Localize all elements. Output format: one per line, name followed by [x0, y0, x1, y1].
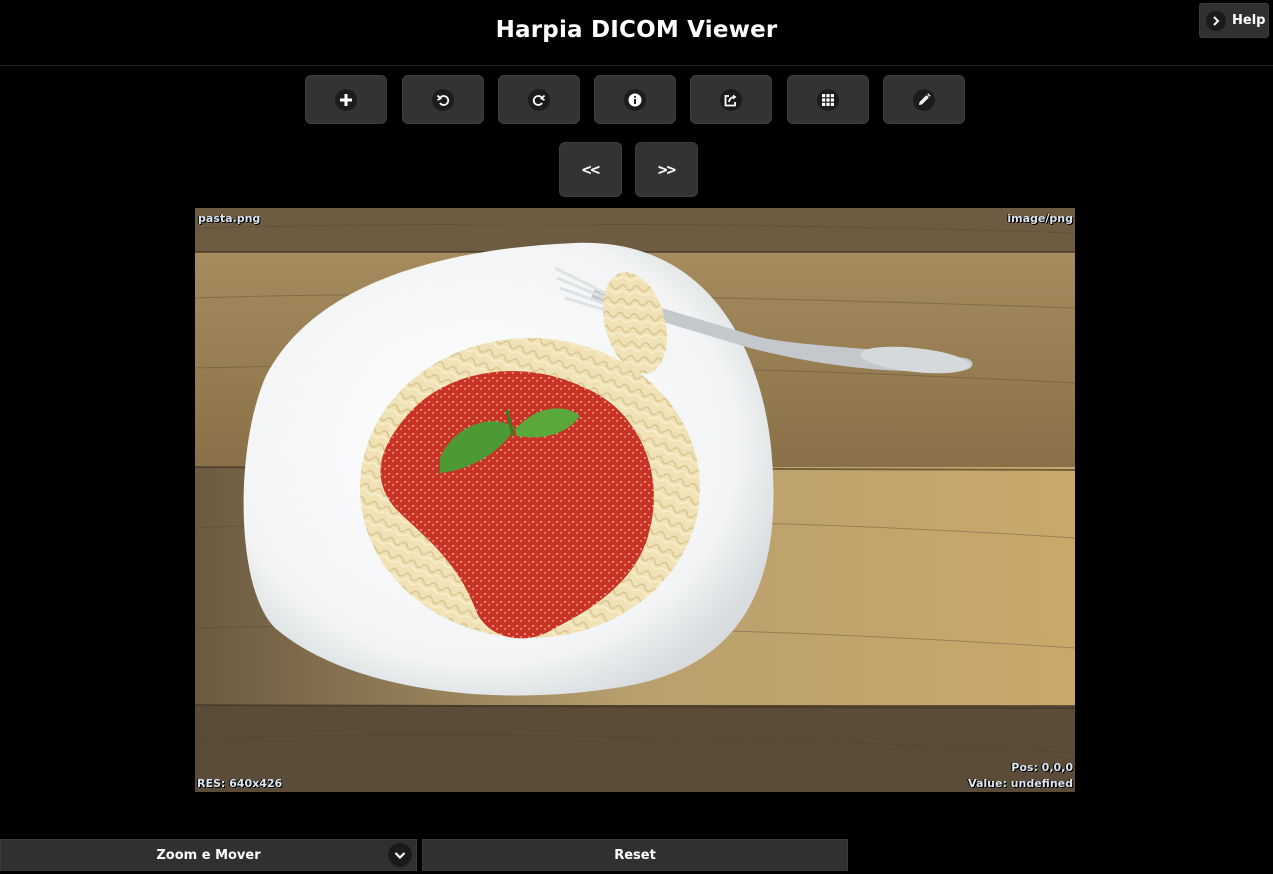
filename-label: pasta.png	[198, 212, 261, 225]
rotate-right-icon	[528, 88, 550, 111]
tool-mode-value: Zoom e Mover	[156, 847, 261, 863]
app-title: Harpia DICOM Viewer	[495, 17, 778, 43]
image-viewport[interactable]: pasta.png image/png RES: 640x426 Pos: 0,…	[195, 208, 1075, 792]
chevron-right-icon	[1206, 10, 1226, 31]
draw-button[interactable]	[883, 75, 965, 124]
export-button[interactable]	[690, 75, 772, 124]
grid-button[interactable]	[787, 75, 869, 124]
resolution-label: RES: 640x426	[197, 777, 283, 790]
position-label: Pos: 0,0,0	[1011, 761, 1073, 774]
next-image-button[interactable]: >>	[635, 142, 698, 197]
info-icon	[624, 88, 646, 111]
help-button[interactable]: Help	[1199, 3, 1269, 38]
add-button[interactable]	[305, 75, 387, 124]
previous-image-button[interactable]: <<	[559, 142, 622, 197]
reset-button[interactable]: Reset	[422, 839, 848, 871]
rotate-left-button[interactable]	[402, 75, 484, 124]
pixel-value-label: Value: undefined	[968, 777, 1073, 790]
tool-mode-select[interactable]: Zoom e Mover	[0, 839, 417, 871]
rotate-right-button[interactable]	[498, 75, 580, 124]
help-label: Help	[1232, 13, 1266, 28]
rotate-left-icon	[432, 88, 454, 111]
share-icon	[720, 88, 742, 111]
chevron-down-icon	[388, 843, 412, 867]
plus-icon	[335, 88, 357, 111]
info-button[interactable]	[594, 75, 676, 124]
pasta-image	[195, 208, 1075, 792]
grid-icon	[817, 88, 839, 111]
pencil-icon	[913, 88, 935, 111]
mimetype-label: image/png	[1007, 212, 1073, 225]
app-header: Harpia DICOM Viewer Help	[0, 0, 1273, 66]
